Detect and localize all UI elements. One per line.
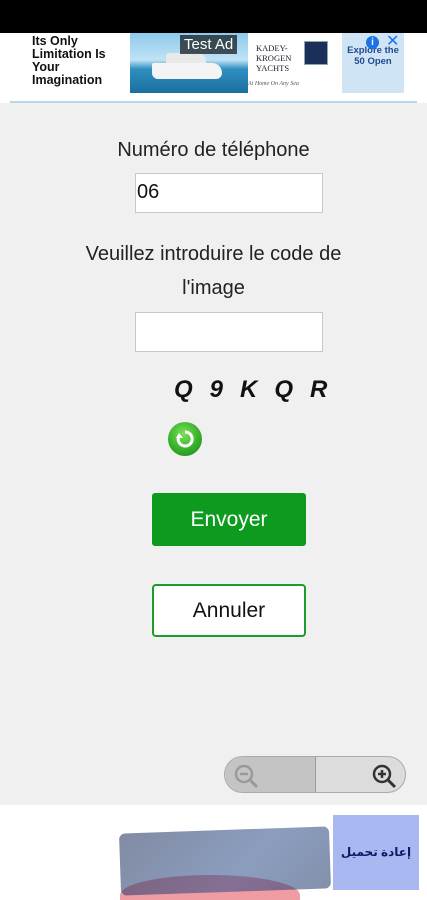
ad-slogan: Its Only Limitation Is Your Imagination: [32, 34, 106, 87]
ad-brand-line1: KADEY-: [256, 43, 288, 53]
code-label-line1: Veuillez introduire le code de: [85, 243, 342, 265]
code-label-line2: l'image: [182, 277, 245, 299]
zoom-out-icon: [234, 764, 259, 789]
captcha-code-input[interactable]: [135, 312, 323, 352]
zoom-control: [224, 756, 406, 793]
captcha-image: Q9KQR: [174, 376, 344, 404]
captcha-char: R: [310, 376, 329, 403]
ad-brand-logo: KADEY- KROGEN YACHTS At Home On Any Sea: [248, 37, 338, 93]
captcha-char: K: [240, 376, 259, 403]
verification-form: Numéro de téléphone 06 Veuillez introdui…: [0, 118, 427, 678]
yacht-logo-icon: [304, 41, 328, 65]
zoom-in-icon: [372, 764, 397, 789]
captcha-char: Q: [174, 376, 194, 403]
reload-ad-button[interactable]: إعادة تحميل: [333, 815, 419, 890]
top-banner-ad[interactable]: Its Only Limitation Is Your Imagination …: [0, 33, 427, 103]
bottom-banner-ad[interactable]: إعادة تحميل: [0, 805, 427, 900]
ad-test-label: Test Ad: [180, 35, 238, 54]
ad-close-icon[interactable]: ✕: [386, 33, 399, 51]
zoom-in-button[interactable]: [316, 757, 405, 792]
status-bar: [0, 0, 427, 33]
captcha-char: Q: [274, 376, 295, 403]
captcha-char: 9: [209, 376, 225, 403]
submit-button[interactable]: Envoyer: [152, 493, 306, 546]
zoom-out-button[interactable]: [225, 757, 315, 792]
phone-label: Numéro de téléphone: [117, 139, 310, 161]
cancel-button[interactable]: Annuler: [152, 584, 306, 637]
phone-input[interactable]: 06: [135, 173, 323, 213]
ad-credit-card-image: [118, 826, 332, 896]
ad-brand-line2: KROGEN: [256, 53, 292, 63]
ad-divider: [10, 101, 417, 103]
ad-info-icon[interactable]: i: [366, 36, 379, 49]
ad-brand-tagline: At Home On Any Sea: [248, 81, 299, 87]
refresh-captcha-icon[interactable]: [168, 422, 202, 456]
ad-brand-line3: YACHTS: [256, 63, 290, 73]
